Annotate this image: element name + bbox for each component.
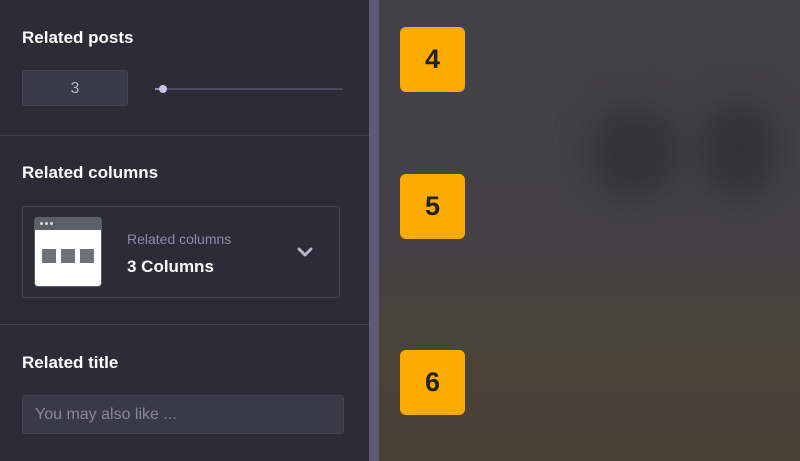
- panel-resize-handle[interactable]: [369, 0, 379, 461]
- step-badge-5: 5: [400, 174, 465, 239]
- step-badge-6: 6: [400, 350, 465, 415]
- section-divider: [0, 324, 369, 325]
- related-posts-heading: Related posts: [22, 28, 134, 47]
- blurred-shape: [699, 100, 779, 200]
- related-columns-select-value: 3 Columns: [127, 257, 214, 276]
- preview-area: 4 5 6: [379, 0, 800, 461]
- related-columns-heading: Related columns: [22, 163, 159, 182]
- section-divider: [0, 135, 369, 136]
- related-posts-count-input[interactable]: 3: [22, 70, 128, 106]
- related-posts-slider[interactable]: [155, 82, 343, 96]
- chevron-down-icon[interactable]: [295, 242, 315, 262]
- settings-sidebar: Related posts 3 Related columns Related …: [0, 0, 369, 461]
- slider-track: [155, 88, 343, 90]
- related-title-heading: Related title: [22, 353, 119, 372]
- blurred-shape: [589, 105, 679, 200]
- related-columns-select[interactable]: Related columns 3 Columns: [22, 206, 340, 298]
- three-column-layout-icon: [34, 217, 102, 287]
- slider-thumb[interactable]: [158, 85, 167, 93]
- related-title-input[interactable]: [22, 395, 344, 434]
- related-columns-select-label: Related columns: [127, 231, 232, 247]
- step-badge-4: 4: [400, 27, 465, 92]
